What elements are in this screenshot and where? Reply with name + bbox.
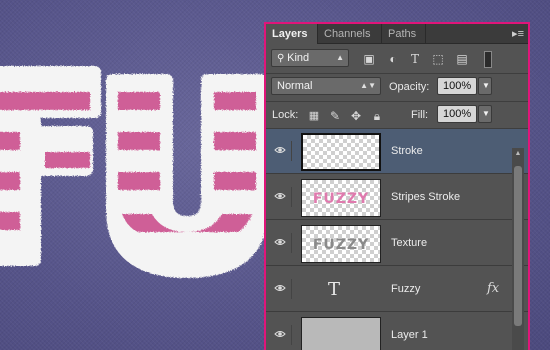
layer-name[interactable]: Texture (391, 237, 427, 249)
lock-position-icon[interactable]: ✥ (348, 108, 364, 124)
layer-row-stroke[interactable]: Stroke (266, 129, 528, 174)
lock-image-icon[interactable]: ✎ (327, 108, 343, 124)
layer-name[interactable]: Stripes Stroke (391, 191, 460, 203)
layer-row-texture[interactable]: FUZZY Texture (266, 221, 528, 266)
tab-channels[interactable]: Channels (318, 24, 382, 44)
blend-row: Normal ▲▼ Opacity: 100% ▼ (266, 74, 528, 100)
fx-icon[interactable]: fx (487, 281, 499, 296)
layer-thumbnail: FUZZY (301, 225, 381, 263)
layers-panel: Layers Channels Paths ▸≡ ⚲ Kind ▲ ▣ ◐ T … (264, 22, 530, 350)
fill-label: Fill: (411, 109, 429, 121)
stepper-icon: ▲▼ (360, 81, 376, 90)
search-icon: ⚲ (277, 53, 288, 64)
panel-tabbar: Layers Channels Paths ▸≡ (266, 24, 528, 44)
thumbnail-text: FUZZY (312, 191, 370, 207)
filter-toggle-icon[interactable] (484, 51, 492, 68)
blend-mode-select[interactable]: Normal ▲▼ (271, 77, 381, 95)
panel-menu-icon[interactable]: ▸≡ (512, 27, 524, 40)
smart-object-filter-icon[interactable]: ▤ (454, 51, 470, 67)
layer-name[interactable]: Layer 1 (391, 329, 428, 341)
image-filter-icon[interactable]: ▣ (361, 51, 377, 67)
kind-label: Kind (287, 52, 310, 64)
scroll-up-icon[interactable]: ▲ (512, 148, 524, 160)
adjustment-filter-icon[interactable]: ◐ (385, 51, 401, 67)
lock-label: Lock: (272, 109, 299, 121)
lock-all-icon[interactable]: 🔒︎ (369, 108, 385, 124)
layer-row-layer-1[interactable]: Layer 1 (266, 313, 528, 350)
eye-icon[interactable] (272, 279, 292, 299)
letter-f (0, 66, 101, 266)
eye-icon[interactable] (272, 187, 292, 207)
layer-row-fuzzy[interactable]: T Fuzzy fx (266, 267, 528, 312)
layer-thumbnail (301, 317, 381, 350)
stepper-icon: ▲ (336, 53, 344, 62)
scrollbar-thumb[interactable] (514, 166, 522, 326)
lock-row: Lock: ▦ ✎ ✥ 🔒︎ Fill: 100% ▼ (266, 102, 528, 128)
layer-thumbnail (301, 133, 381, 171)
letter-u (106, 74, 268, 278)
kind-select[interactable]: ⚲ Kind ▲ (271, 49, 349, 67)
opacity-dropdown-icon[interactable]: ▼ (478, 77, 492, 95)
tab-layers[interactable]: Layers (266, 24, 318, 44)
eye-icon[interactable] (272, 141, 292, 161)
eye-icon[interactable] (272, 233, 292, 253)
layer-name[interactable]: Fuzzy (391, 283, 420, 295)
lock-transparent-icon[interactable]: ▦ (306, 108, 322, 124)
thumbnail-text: FUZZY (312, 237, 370, 253)
opacity-label: Opacity: (389, 81, 430, 93)
layer-thumbnail: FUZZY (301, 179, 381, 217)
eye-icon[interactable] (272, 325, 292, 345)
opacity-input[interactable]: 100% (437, 77, 477, 95)
shape-filter-icon[interactable]: ⬚ (430, 51, 446, 67)
type-layer-icon: T (328, 279, 341, 300)
layer-row-stripes-stroke[interactable]: FUZZY Stripes Stroke (266, 175, 528, 220)
layer-name[interactable]: Stroke (391, 145, 423, 157)
blend-mode-value: Normal (277, 80, 313, 92)
fill-dropdown-icon[interactable]: ▼ (478, 105, 492, 123)
tab-paths[interactable]: Paths (382, 24, 426, 44)
type-filter-icon[interactable]: T (407, 51, 423, 67)
filter-row: ⚲ Kind ▲ ▣ ◐ T ⬚ ▤ (266, 46, 528, 72)
fill-input[interactable]: 100% (437, 105, 477, 123)
layers-scrollbar[interactable]: ▲ (512, 148, 524, 350)
